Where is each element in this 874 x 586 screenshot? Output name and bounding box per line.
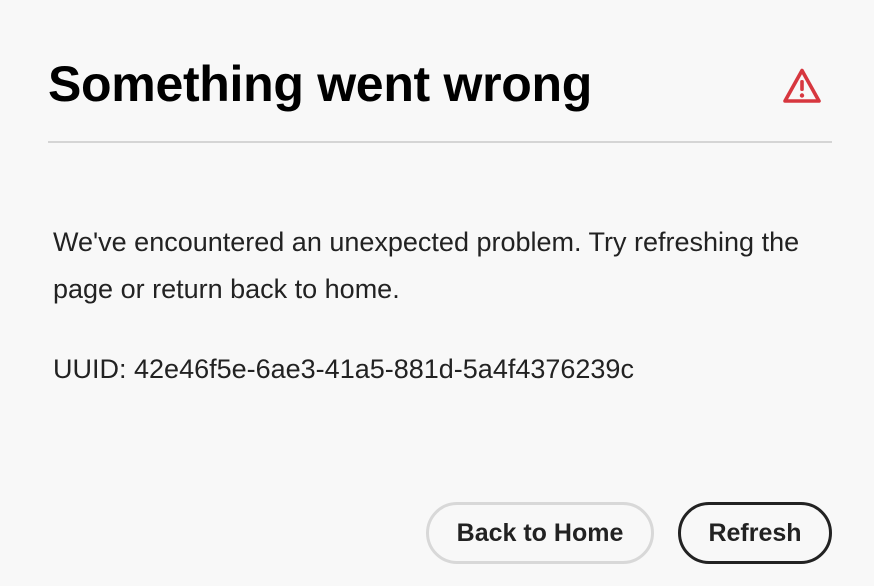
refresh-button[interactable]: Refresh [678, 502, 832, 564]
dialog-header: Something went wrong [48, 52, 832, 122]
uuid-value: 42e46f5e-6ae3-41a5-881d-5a4f4376239c [134, 354, 634, 384]
back-to-home-button[interactable]: Back to Home [426, 502, 654, 564]
alert-triangle-icon [783, 68, 821, 103]
uuid-line: UUID: 42e46f5e-6ae3-41a5-881d-5a4f437623… [53, 346, 634, 393]
header-divider [48, 141, 832, 143]
error-dialog: Something went wrong We've encountered a… [0, 0, 874, 586]
error-message: We've encountered an unexpected problem.… [53, 227, 800, 304]
uuid-label: UUID: [53, 354, 127, 384]
dialog-title: Something went wrong [48, 56, 592, 112]
